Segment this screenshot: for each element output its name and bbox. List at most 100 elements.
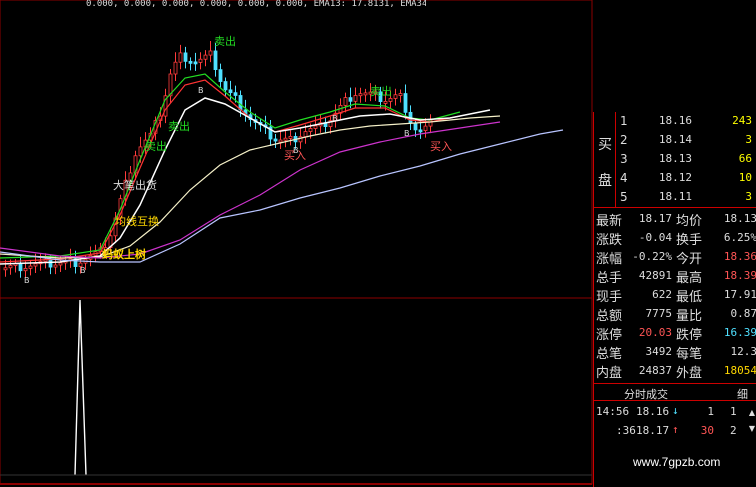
candle-body — [418, 129, 423, 133]
scroll-down-icon[interactable]: ▼ — [748, 423, 756, 435]
candle-body — [348, 97, 353, 102]
quote-panel: 买 盘 1 18.16 243 2 18.14 3 3 18.13 66 4 1… — [593, 112, 756, 487]
stat-label: 现手 — [596, 290, 623, 305]
stat-value: 7775 — [645, 307, 673, 320]
book-level: 2 — [620, 133, 628, 147]
candle-body — [283, 137, 288, 141]
ma-swap-label: 均线互换 — [115, 215, 159, 228]
ticks-header[interactable]: 分时成交 细 — [594, 383, 756, 401]
tick-count: 2 — [730, 424, 737, 437]
candle-body — [18, 262, 23, 272]
book-row[interactable]: 1 18.16 243 — [616, 112, 756, 131]
candle-body — [273, 138, 278, 142]
candle-body — [343, 97, 348, 106]
book-row[interactable]: 4 18.12 10 — [616, 169, 756, 188]
buy-signal-label: 买入 — [430, 140, 452, 153]
stat-label: 跌停 — [676, 328, 703, 343]
b-marker: B — [80, 266, 86, 275]
candle-body — [58, 262, 63, 266]
bid-label-char: 盘 — [598, 173, 612, 189]
bid-side-label: 买 盘 — [594, 112, 616, 207]
chart-frame — [0, 0, 593, 485]
stat-label: 最高 — [676, 271, 703, 286]
stat-label: 涨跌 — [596, 233, 623, 248]
stat-value: 18.17 — [638, 212, 672, 225]
indicator-readout-text: 0.000, 0.000, 0.000, 0.000, 0.000, 0.000… — [86, 0, 426, 9]
book-row[interactable]: 2 18.14 3 — [616, 131, 756, 150]
tick-volume: 30 — [700, 424, 714, 437]
sell-signal-label: 卖出 — [214, 35, 236, 48]
book-row[interactable]: 5 18.11 3 — [616, 188, 756, 207]
stat-row: 总手 42891 最高 18.39 — [594, 266, 756, 286]
stat-value: -0.22% — [632, 250, 672, 263]
stat-row: 现手 622 最低 17.91 — [594, 285, 756, 305]
tick-row: :36 18.17 ↑ 30 2 — [594, 421, 756, 440]
book-volume: 3 — [745, 190, 752, 203]
b-marker: B — [198, 86, 204, 95]
book-row[interactable]: 3 18.13 66 — [616, 150, 756, 169]
stat-value: 17.91 — [723, 288, 756, 301]
candle-body — [278, 139, 283, 143]
candle-body — [8, 265, 13, 269]
candle-body — [193, 61, 198, 65]
ticks-tab[interactable]: 分时成交 — [624, 386, 668, 402]
stat-label: 最低 — [676, 290, 703, 305]
kline-chart-area[interactable]: 0.000, 0.000, 0.000, 0.000, 0.000, 0.000… — [0, 0, 720, 487]
ticks-detail-button[interactable]: 细 — [737, 386, 748, 402]
book-level: 1 — [620, 114, 628, 128]
book-price: 18.12 — [658, 171, 692, 184]
candle-body — [388, 98, 393, 102]
bid-label-char: 买 — [598, 137, 612, 153]
stat-value: 0.87 — [730, 307, 756, 320]
tick-row: 14:56 18.16 ↓ 1 1 — [594, 402, 756, 421]
stat-value: 18.39 — [723, 269, 756, 282]
volume-spike — [74, 299, 87, 476]
tick-volume: 1 — [707, 405, 714, 418]
candle-body — [238, 95, 243, 111]
candle-body — [48, 258, 53, 268]
candle-body — [358, 93, 363, 97]
indicator-readout: 0.000, 0.000, 0.000, 0.000, 0.000, 0.000… — [86, 0, 426, 10]
candle-body — [173, 61, 178, 75]
stat-label: 总笔 — [596, 347, 623, 362]
stat-value: 16.39 — [723, 326, 756, 339]
candle-body — [403, 93, 408, 113]
tick-count: 1 — [730, 405, 737, 418]
stat-row: 涨跌 -0.04 换手 6.25% — [594, 228, 756, 248]
book-volume: 10 — [738, 171, 752, 184]
stat-label: 总手 — [596, 271, 623, 286]
scroll-up-icon[interactable]: ▲ — [748, 407, 756, 419]
candle-body — [213, 50, 218, 71]
book-price: 18.11 — [658, 190, 692, 203]
candle-body — [353, 95, 358, 102]
stat-label: 内盘 — [596, 366, 623, 381]
book-volume: 66 — [738, 152, 752, 165]
stat-value: 622 — [652, 288, 672, 301]
b-marker: B — [24, 276, 30, 285]
candle-body — [228, 89, 233, 94]
big-pen-label: 大笔出货 — [113, 179, 157, 192]
stat-label: 最新 — [596, 214, 623, 229]
candle-body — [33, 263, 38, 267]
candle-body — [178, 52, 183, 63]
sell-signal-label: 卖出 — [145, 140, 167, 153]
sell-signal-label: 卖出 — [370, 85, 392, 98]
candle-body — [203, 54, 208, 60]
book-price: 18.16 — [658, 114, 692, 127]
stat-value: 24837 — [638, 364, 672, 377]
kline-chart[interactable] — [0, 0, 593, 487]
stat-label: 均价 — [676, 214, 703, 229]
b-marker: B — [293, 146, 299, 155]
candle-body — [198, 58, 203, 63]
stat-label: 量比 — [676, 309, 703, 324]
candle-body — [308, 128, 313, 132]
book-level: 3 — [620, 152, 628, 166]
stat-value: 18054 — [723, 364, 756, 377]
candle-body — [393, 94, 398, 99]
ma-blue-line — [0, 129, 564, 263]
stat-row: 总笔 3492 每笔 12.3 — [594, 342, 756, 362]
book-price: 18.13 — [658, 152, 692, 165]
candle-body — [303, 131, 308, 138]
stat-label: 外盘 — [676, 366, 703, 381]
stat-value: 12.3 — [730, 345, 756, 358]
